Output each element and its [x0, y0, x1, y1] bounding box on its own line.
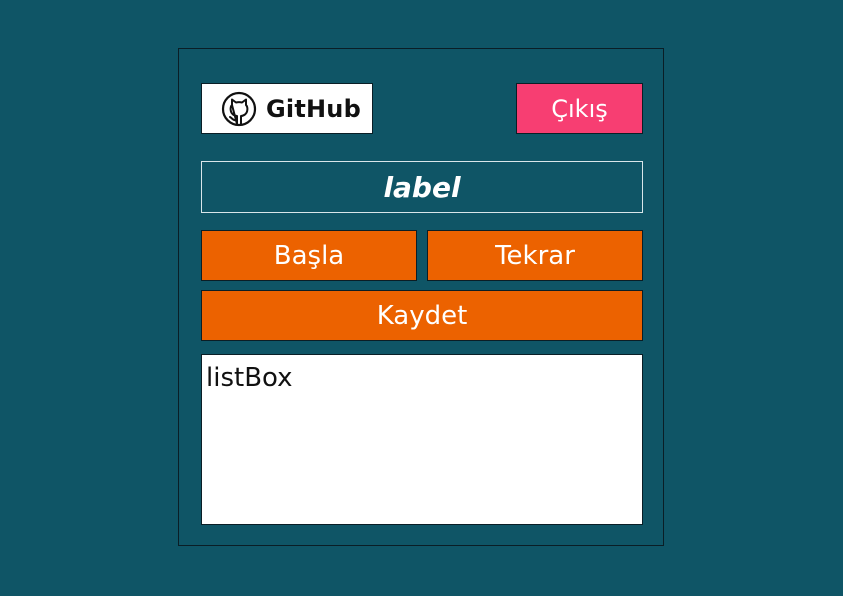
github-button[interactable]: GitHub	[201, 83, 373, 134]
list-box-text: listBox	[206, 363, 293, 393]
status-label: label	[201, 161, 643, 213]
again-button[interactable]: Tekrar	[427, 230, 643, 281]
exit-button[interactable]: Çıkış	[516, 83, 643, 134]
github-label: GitHub	[266, 94, 361, 123]
list-box[interactable]: listBox	[201, 354, 643, 525]
github-icon	[220, 90, 258, 128]
save-button[interactable]: Kaydet	[201, 290, 643, 341]
start-button[interactable]: Başla	[201, 230, 417, 281]
